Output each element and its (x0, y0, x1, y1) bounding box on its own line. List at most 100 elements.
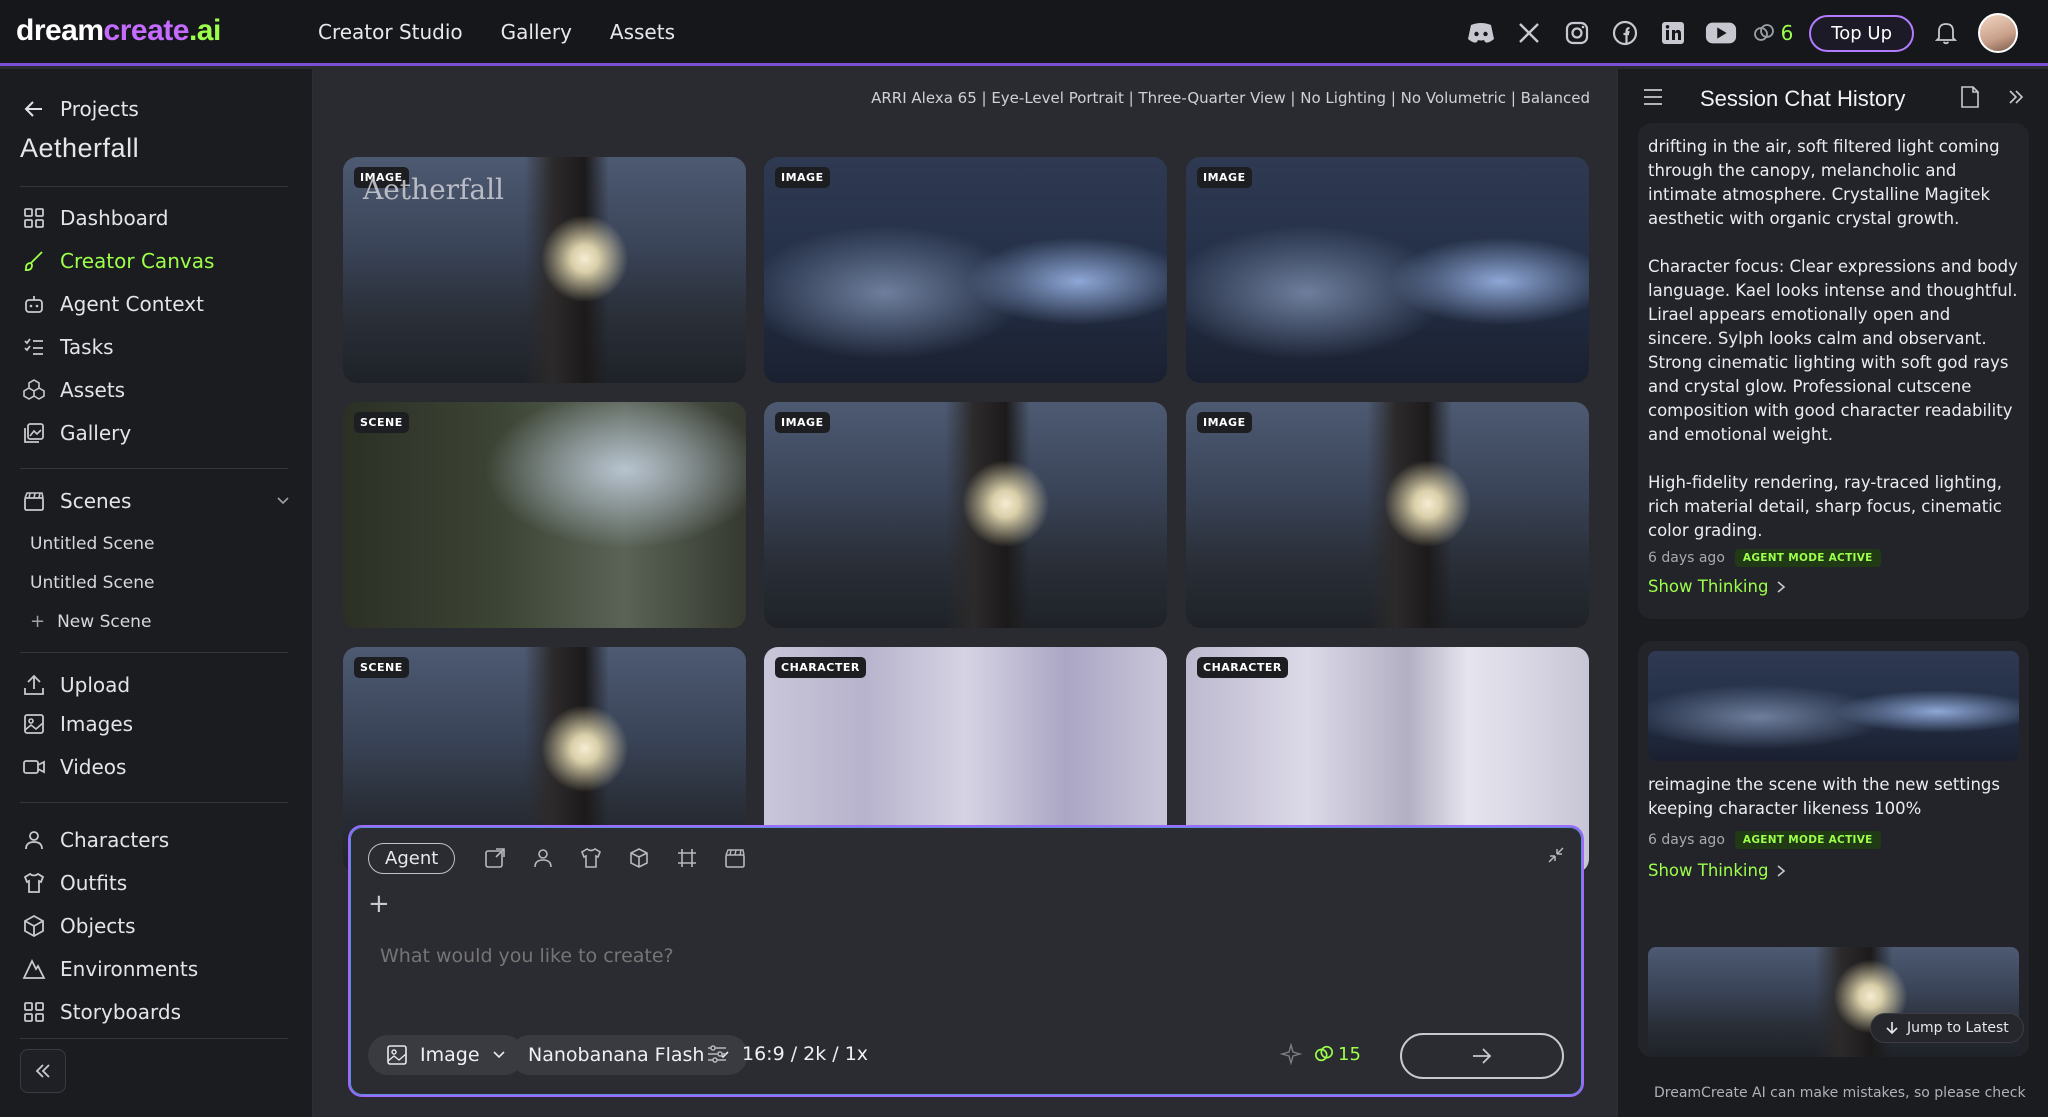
message-meta: 6 days ago AGENT MODE ACTIVE (1638, 543, 2029, 567)
show-thinking-button[interactable]: Show Thinking (1638, 567, 2029, 596)
instagram-icon[interactable] (1561, 17, 1593, 49)
plus-icon: + (30, 611, 46, 632)
sidebar-item-dashboard[interactable]: Dashboard (22, 206, 169, 230)
discord-icon[interactable] (1465, 17, 1497, 49)
sidebar-label: Environments (60, 957, 199, 981)
add-attachment-button[interactable]: + (368, 889, 390, 919)
sidebar-item-videos[interactable]: Videos (22, 755, 126, 779)
linkedin-icon[interactable] (1657, 17, 1689, 49)
sidebar-item-outfits[interactable]: Outfits (22, 871, 127, 895)
gallery-card[interactable]: IMAGE (1186, 402, 1589, 628)
divider (20, 652, 288, 653)
sidebar-label: Videos (60, 755, 127, 779)
cubes-icon (23, 379, 45, 400)
image-gallery-icon (24, 423, 44, 443)
show-thinking-button[interactable]: Show Thinking (1648, 849, 2019, 880)
checklist-icon (24, 338, 43, 355)
bell-icon[interactable] (1930, 17, 1962, 49)
show-thinking-label: Show Thinking (1648, 861, 1769, 880)
shirt-icon (23, 872, 45, 893)
x-twitter-icon[interactable] (1513, 17, 1545, 49)
clapperboard-icon (24, 492, 44, 511)
facebook-icon[interactable] (1609, 17, 1641, 49)
generation-settings-bar[interactable]: ARRI Alexa 65 | Eye-Level Portrait | Thr… (871, 89, 1590, 107)
sidebar-item-upload[interactable]: Upload (22, 673, 130, 697)
frame-icon[interactable] (672, 843, 702, 873)
jump-to-latest-button[interactable]: Jump to Latest (1870, 1013, 2024, 1043)
arrow-right-icon (1473, 1048, 1492, 1064)
send-button[interactable] (1400, 1033, 1564, 1079)
sidebar-item-environments[interactable]: Environments (22, 957, 198, 981)
back-to-projects[interactable]: Projects (22, 97, 139, 121)
sidebar: Projects Aetherfall Dashboard Creator Ca… (0, 69, 313, 1117)
sidebar-label: Objects (60, 914, 136, 938)
message-image-thumbnail[interactable] (1648, 651, 2019, 761)
user-avatar[interactable] (1978, 13, 2018, 53)
divider (20, 186, 288, 187)
sidebar-item-creator-canvas[interactable]: Creator Canvas (22, 249, 214, 273)
youtube-icon[interactable] (1705, 17, 1737, 49)
aspect-label: 16:9 / 2k / 1x (742, 1043, 869, 1065)
aspect-settings[interactable]: 16:9 / 2k / 1x (706, 1043, 868, 1065)
sparkle-icon[interactable] (1280, 1043, 1302, 1065)
logo[interactable]: dreamcreate.ai (16, 14, 221, 48)
sidebar-item-agent-context[interactable]: Agent Context (22, 292, 204, 316)
agent-mode-badge: AGENT MODE ACTIVE (1734, 831, 1881, 849)
divider (20, 802, 288, 803)
logo-part-dream: dream (16, 14, 104, 47)
chevron-right-icon (1777, 580, 1786, 593)
person-icon[interactable] (528, 843, 558, 873)
session-chat-panel: Session Chat History drifting in the air… (1617, 69, 2048, 1117)
sidebar-item-gallery[interactable]: Gallery (22, 421, 131, 445)
sliders-icon (708, 1045, 726, 1063)
image-edit-icon[interactable] (480, 843, 510, 873)
output-type-label: Image (420, 1044, 480, 1066)
new-document-icon[interactable] (1960, 85, 1980, 113)
collapse-sidebar-button[interactable] (20, 1049, 66, 1093)
prompt-composer: Agent + Image Nanobanana Flash 16:9 / 2k… (348, 825, 1584, 1097)
scene-item[interactable]: Untitled Scene (30, 534, 154, 554)
scene-item[interactable]: Untitled Scene (30, 573, 154, 593)
sidebar-item-images[interactable]: Images (22, 712, 133, 736)
minimize-composer-icon[interactable] (1546, 845, 1566, 869)
gallery-card[interactable]: IMAGE Aetherfall (343, 157, 746, 383)
box-icon[interactable] (624, 843, 654, 873)
sidebar-label: Scenes (60, 489, 132, 513)
collapse-panel-icon[interactable] (2006, 87, 2026, 111)
double-chevron-left-icon (35, 1064, 50, 1078)
message-time: 6 days ago (1648, 550, 1725, 566)
show-thinking-label: Show Thinking (1648, 577, 1769, 596)
output-type-select[interactable]: Image (368, 1035, 524, 1075)
gallery-card[interactable]: IMAGE (764, 157, 1167, 383)
back-label: Projects (60, 97, 139, 121)
divider (20, 468, 288, 469)
gallery-card[interactable]: SCENE (343, 402, 746, 628)
gallery-card[interactable]: IMAGE (1186, 157, 1589, 383)
chevron-down-icon[interactable] (276, 494, 290, 508)
card-tag: CHARACTER (1197, 657, 1288, 678)
prompt-input[interactable] (380, 945, 1480, 967)
sidebar-item-tasks[interactable]: Tasks (22, 335, 114, 359)
clapperboard-icon[interactable] (720, 843, 750, 873)
nav-creator-studio[interactable]: Creator Studio (318, 20, 463, 44)
nav-assets[interactable]: Assets (610, 20, 675, 44)
credits-counter[interactable]: 6 (1753, 21, 1794, 45)
shirt-icon[interactable] (576, 843, 606, 873)
sidebar-label: Tasks (60, 335, 114, 359)
sidebar-item-characters[interactable]: Characters (22, 828, 169, 852)
sidebar-item-scenes[interactable]: Scenes (22, 489, 290, 513)
sidebar-item-assets[interactable]: Assets (22, 378, 125, 402)
sidebar-item-storyboards[interactable]: Storyboards (22, 1000, 181, 1024)
sidebar-label: Agent Context (60, 292, 204, 316)
nav-gallery[interactable]: Gallery (501, 20, 572, 44)
top-bar: dreamcreate.ai Creator Studio Gallery As… (0, 0, 2048, 66)
sidebar-item-objects[interactable]: Objects (22, 914, 136, 938)
top-up-button[interactable]: Top Up (1809, 14, 1914, 52)
sidebar-label: Assets (60, 378, 126, 402)
menu-icon[interactable] (1642, 87, 1664, 111)
project-name: Aetherfall (20, 133, 140, 163)
agent-mode-button[interactable]: Agent (368, 843, 456, 874)
new-scene-button[interactable]: + New Scene (30, 611, 151, 632)
credits-count: 6 (1780, 21, 1794, 45)
gallery-card[interactable]: IMAGE (764, 402, 1167, 628)
